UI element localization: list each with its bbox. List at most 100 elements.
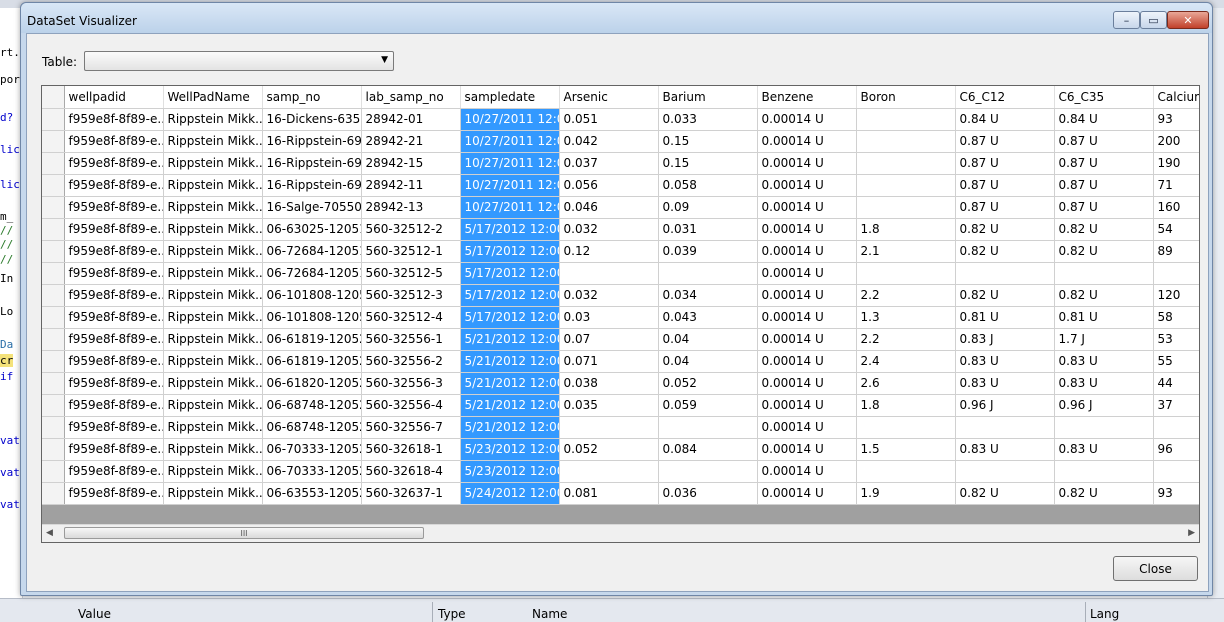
table-cell[interactable]: Rippstein Mikk... [163,196,263,219]
table-cell[interactable]: 16-Rippstein-69... [262,152,362,175]
table-cell[interactable]: 0.00014 U [757,482,857,505]
row-header[interactable] [42,460,65,483]
table-cell[interactable]: 0.82 U [955,240,1055,263]
table-cell[interactable]: 0.043 [658,306,758,329]
table-cell[interactable]: 200 [1153,130,1199,153]
table-cell[interactable]: 0.071 [559,350,659,373]
table-cell[interactable]: f959e8f-8f89-e... [64,130,164,153]
table-cell[interactable]: 06-68748-12052... [262,416,362,439]
table-cell[interactable]: 0.12 [559,240,659,263]
table-cell[interactable]: 0.00014 U [757,262,857,285]
column-header-wellpadname[interactable]: WellPadName [163,86,263,109]
table-cell[interactable]: 16-Rippstein-69... [262,130,362,153]
table-cell[interactable]: 06-63553-12052... [262,482,362,505]
table-cell[interactable]: 0.00014 U [757,350,857,373]
close-button[interactable]: Close [1113,556,1198,581]
table-cell[interactable]: 0.00014 U [757,240,857,263]
table-row[interactable]: f959e8f-8f89-e... Rippstein Mikk... 06-726… [42,240,1199,263]
table-row[interactable]: f959e8f-8f89-e... Rippstein Mikk... 16-Rip… [42,174,1199,197]
table-cell[interactable]: f959e8f-8f89-e... [64,218,164,241]
table-cell[interactable]: 0.83 U [1054,438,1154,461]
table-cell[interactable]: f959e8f-8f89-e... [64,262,164,285]
column-header-benzene[interactable]: Benzene [757,86,857,109]
table-cell[interactable]: 2.6 [856,372,956,395]
table-cell[interactable]: f959e8f-8f89-e... [64,438,164,461]
column-header-wellpadid[interactable]: wellpadid [64,86,164,109]
table-cell[interactable]: 96 [1153,438,1199,461]
table-cell[interactable]: 71 [1153,174,1199,197]
table-cell[interactable]: Rippstein Mikk... [163,284,263,307]
table-cell[interactable]: 0.15 [658,152,758,175]
table-cell[interactable]: f959e8f-8f89-e... [64,108,164,131]
table-cell[interactable] [955,460,1055,483]
row-header[interactable] [42,306,65,329]
table-cell[interactable]: 0.84 U [1054,108,1154,131]
table-cell[interactable]: Rippstein Mikk... [163,328,263,351]
table-cell[interactable]: 1.3 [856,306,956,329]
table-cell[interactable]: f959e8f-8f89-e... [64,306,164,329]
table-cell[interactable] [856,460,956,483]
table-cell[interactable]: 06-101808-1205... [262,284,362,307]
table-cell[interactable] [856,108,956,131]
table-cell[interactable]: Rippstein Mikk... [163,130,263,153]
table-cell[interactable]: 0.81 U [955,306,1055,329]
table-cell[interactable]: 1.8 [856,394,956,417]
table-cell[interactable]: 0.035 [559,394,659,417]
table-cell[interactable]: 10/27/2011 12:0... [460,108,560,131]
table-cell[interactable]: 120 [1153,284,1199,307]
table-cell[interactable]: 28942-15 [361,152,461,175]
table-cell[interactable]: 06-61820-12052... [262,372,362,395]
table-cell[interactable]: 0.81 U [1054,306,1154,329]
table-cell[interactable]: 190 [1153,152,1199,175]
table-cell[interactable]: 53 [1153,328,1199,351]
column-header-boron[interactable]: Boron [856,86,956,109]
table-cell[interactable]: 0.83 U [1054,350,1154,373]
table-cell[interactable]: 93 [1153,108,1199,131]
table-cell[interactable]: 0.032 [559,284,659,307]
table-cell[interactable]: 16-Salge-70550 [262,196,362,219]
table-cell[interactable]: 0.83 J [955,328,1055,351]
table-cell[interactable]: f959e8f-8f89-e... [64,240,164,263]
table-cell[interactable]: 0.04 [658,350,758,373]
table-row[interactable]: f959e8f-8f89-e... Rippstein Mikk... 16-Sal… [42,196,1199,219]
table-cell[interactable]: 560-32637-1 [361,482,461,505]
table-cell[interactable]: 0.00014 U [757,394,857,417]
table-cell[interactable] [1054,460,1154,483]
table-cell[interactable] [856,130,956,153]
table-row[interactable]: f959e8f-8f89-e... Rippstein Mikk... 06-618… [42,372,1199,395]
table-row[interactable]: f959e8f-8f89-e... Rippstein Mikk... 16-Rip… [42,152,1199,175]
table-cell[interactable]: 0.039 [658,240,758,263]
table-cell[interactable]: 16-Dickens-635... [262,108,362,131]
row-header[interactable] [42,284,65,307]
table-cell[interactable]: 0.07 [559,328,659,351]
table-cell[interactable] [856,416,956,439]
table-cell[interactable]: Rippstein Mikk... [163,306,263,329]
column-header-c6-c12[interactable]: C6_C12 [955,86,1055,109]
table-row[interactable]: f959e8f-8f89-e... Rippstein Mikk... 06-101… [42,306,1199,329]
table-row[interactable]: f959e8f-8f89-e... Rippstein Mikk... 16-Rip… [42,130,1199,153]
table-cell[interactable]: 2.2 [856,284,956,307]
row-header[interactable] [42,108,65,131]
table-row[interactable]: f959e8f-8f89-e... Rippstein Mikk... 06-101… [42,284,1199,307]
row-header[interactable] [42,372,65,395]
table-cell[interactable]: 560-32556-4 [361,394,461,417]
table-cell[interactable] [1153,416,1199,439]
row-header[interactable] [42,130,65,153]
table-cell[interactable]: 0.00014 U [757,196,857,219]
row-header[interactable] [42,394,65,417]
table-cell[interactable]: Rippstein Mikk... [163,218,263,241]
table-cell[interactable]: 28942-21 [361,130,461,153]
table-cell[interactable]: 0.83 U [955,438,1055,461]
table-cell[interactable]: 560-32618-4 [361,460,461,483]
table-cell[interactable]: 560-32556-3 [361,372,461,395]
table-cell[interactable]: Rippstein Mikk... [163,152,263,175]
table-cell[interactable]: 0.037 [559,152,659,175]
locals-type-header[interactable]: Type [438,607,466,621]
table-cell[interactable] [658,416,758,439]
table-cell[interactable]: f959e8f-8f89-e... [64,350,164,373]
table-cell[interactable] [658,460,758,483]
table-cell[interactable] [856,262,956,285]
table-cell[interactable] [559,262,659,285]
table-cell[interactable]: 10/27/2011 12:0... [460,196,560,219]
table-row[interactable]: f959e8f-8f89-e... Rippstein Mikk... 06-687… [42,416,1199,439]
